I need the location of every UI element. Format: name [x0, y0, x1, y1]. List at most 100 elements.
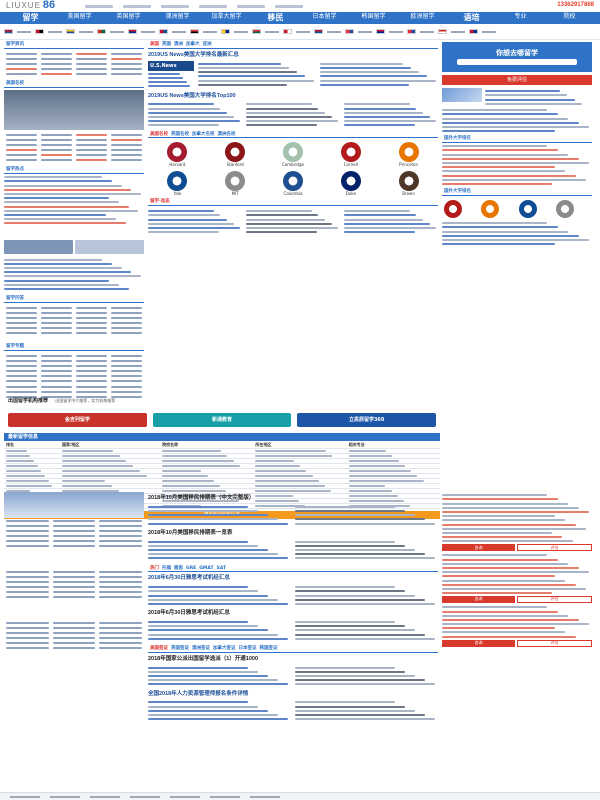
evaluate-button[interactable]: 评估: [517, 544, 592, 552]
footer-link[interactable]: [170, 795, 200, 798]
list-item[interactable]: [442, 226, 558, 229]
country-flag-icon[interactable]: [97, 29, 106, 34]
list-item[interactable]: [442, 614, 568, 617]
list-item[interactable]: [148, 222, 234, 225]
list-item[interactable]: [442, 178, 586, 181]
list-item[interactable]: [295, 514, 416, 517]
link-item[interactable]: [52, 622, 96, 624]
link-item[interactable]: [6, 637, 49, 639]
list-item[interactable]: [442, 606, 547, 609]
list-item[interactable]: [344, 214, 417, 217]
list-item[interactable]: [295, 633, 426, 636]
tab[interactable]: GRE: [186, 566, 196, 571]
list-item[interactable]: [246, 218, 325, 221]
list-item[interactable]: [246, 210, 312, 213]
headline-top100[interactable]: 2019US News美国大学排名Top100: [148, 93, 438, 100]
list-item[interactable]: [295, 509, 406, 512]
link-item[interactable]: [111, 379, 142, 382]
country-flag-icon[interactable]: [66, 29, 75, 34]
tab[interactable]: SAT: [217, 566, 226, 571]
link-item[interactable]: [76, 159, 107, 161]
link-item[interactable]: [41, 354, 72, 357]
agency-logo[interactable]: 金吉列留学: [8, 413, 147, 427]
list-item[interactable]: [198, 62, 281, 65]
list-item[interactable]: [148, 210, 214, 213]
nav-item[interactable]: 加拿大留学: [202, 14, 251, 21]
thumbnail[interactable]: [75, 240, 144, 255]
link-item[interactable]: [6, 144, 37, 146]
list-item[interactable]: [344, 226, 437, 229]
list-item[interactable]: [148, 602, 289, 605]
link-item[interactable]: [52, 586, 96, 588]
link-item[interactable]: [111, 159, 142, 161]
list-item[interactable]: [320, 83, 409, 86]
country-label[interactable]: [48, 30, 62, 33]
link-item[interactable]: [41, 53, 72, 55]
list-item[interactable]: [344, 218, 423, 221]
link-item[interactable]: [41, 139, 72, 141]
list-item[interactable]: [442, 230, 568, 233]
link-item[interactable]: [6, 581, 49, 583]
list-item[interactable]: [4, 262, 112, 265]
link-item[interactable]: [6, 525, 49, 527]
list-item[interactable]: [442, 618, 579, 621]
link-item[interactable]: [6, 576, 49, 578]
list-item[interactable]: [4, 192, 142, 195]
tab[interactable]: 英国签证: [171, 646, 189, 651]
headline-visa-bulletin[interactable]: 2018年10月美国移民排期表（中文完整版）: [148, 495, 438, 502]
list-item[interactable]: [295, 544, 406, 547]
list-item[interactable]: [295, 594, 416, 597]
tab[interactable]: 澳洲: [174, 42, 183, 47]
link-item[interactable]: [99, 571, 142, 573]
link-item[interactable]: [41, 159, 72, 161]
list-item[interactable]: [295, 675, 416, 678]
link-item[interactable]: [6, 354, 37, 357]
list-item[interactable]: [148, 107, 221, 110]
list-item[interactable]: [246, 226, 339, 229]
top-link[interactable]: [85, 4, 114, 8]
study-abroad-ad[interactable]: 你想去哪留学: [442, 42, 592, 72]
country-flag-icon[interactable]: [407, 29, 416, 34]
link-item[interactable]: [111, 306, 142, 309]
link-item[interactable]: [111, 58, 142, 60]
list-item[interactable]: [344, 115, 430, 118]
tab[interactable]: 加拿大: [186, 42, 200, 47]
link-item[interactable]: [76, 53, 107, 55]
link-item[interactable]: [76, 68, 107, 70]
list-item[interactable]: [148, 103, 214, 106]
link-item[interactable]: [41, 154, 72, 156]
link-item[interactable]: [76, 58, 107, 60]
list-item[interactable]: [344, 222, 430, 225]
feature-image[interactable]: [442, 88, 482, 102]
link-item[interactable]: [52, 632, 96, 634]
country-label[interactable]: [358, 30, 372, 33]
list-item[interactable]: [442, 498, 558, 501]
list-item[interactable]: [4, 287, 129, 290]
link-item[interactable]: [111, 73, 142, 75]
link-item[interactable]: [99, 622, 142, 624]
list-item[interactable]: [148, 120, 241, 123]
link-item[interactable]: [6, 73, 37, 75]
link-item[interactable]: [6, 374, 37, 377]
link-item[interactable]: [111, 311, 142, 314]
link-item[interactable]: [52, 642, 96, 644]
list-item[interactable]: [442, 243, 555, 246]
list-item[interactable]: [442, 113, 558, 116]
university-seal-icon[interactable]: [444, 199, 462, 218]
list-item[interactable]: [442, 583, 576, 586]
top-link[interactable]: [123, 4, 152, 8]
list-item[interactable]: [246, 115, 332, 118]
list-item[interactable]: [4, 283, 119, 286]
country-flag-icon[interactable]: [35, 29, 44, 34]
list-item[interactable]: [442, 531, 552, 534]
list-item[interactable]: [246, 120, 339, 123]
headline-bulletin-table[interactable]: 2018年10月美国移民排期表一览表: [148, 530, 438, 537]
country-flag-icon[interactable]: [469, 29, 478, 34]
link-item[interactable]: [99, 632, 142, 634]
list-item[interactable]: [4, 176, 102, 179]
university-item[interactable]: Duke: [323, 171, 378, 197]
link-item[interactable]: [99, 596, 142, 598]
link-item[interactable]: [6, 535, 49, 537]
country-flag-icon[interactable]: [159, 29, 168, 34]
list-item[interactable]: [148, 111, 227, 114]
